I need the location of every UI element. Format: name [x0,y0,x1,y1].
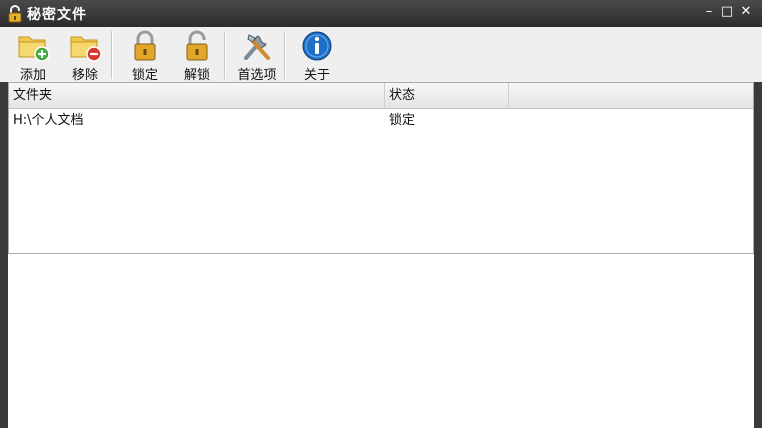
minimize-button[interactable]: – [702,4,716,20]
column-header-status[interactable]: 状态 [385,83,509,108]
about-button[interactable]: 关于 [296,27,338,83]
about-label: 关于 [303,68,330,83]
info-icon [302,31,332,61]
window-title: 秘密文件 [27,7,87,23]
remove-label: 移除 [71,68,98,83]
main-content: 文件夹 状态 H:\个人文档 锁定 [8,82,754,428]
unlock-label: 解锁 [183,68,210,83]
preferences-button[interactable]: 首选项 [231,27,283,83]
add-label: 添加 [19,68,46,83]
toolbar: 添加 移除 锁定 解锁 首选项 关于 [0,27,762,83]
column-header-folder[interactable]: 文件夹 [9,83,385,108]
title-bar[interactable]: 秘密文件 – □ ✕ [0,0,762,27]
lock-icon [8,5,22,23]
folder-add-icon [18,36,50,62]
folder-remove-icon [70,36,102,62]
unlock-icon [186,30,208,61]
toolbar-separator [284,31,286,79]
toolbar-separator [224,31,226,79]
app-window: 秘密文件 – □ ✕ 添加 移除 锁定 解锁 首选项 关于 文件夹 状态 H:\… [0,0,762,428]
lock-label: 锁定 [131,68,158,83]
unlock-button[interactable]: 解锁 [176,27,218,83]
tools-icon [244,34,270,60]
toolbar-separator [111,31,113,79]
remove-button[interactable]: 移除 [64,27,106,83]
status-cell: 锁定 [389,113,416,128]
add-button[interactable]: 添加 [12,27,54,83]
table-row[interactable]: H:\个人文档 锁定 [9,109,753,131]
list-header: 文件夹 状态 [9,83,753,109]
close-button[interactable]: ✕ [739,4,753,20]
lock-icon [134,30,156,61]
preferences-label: 首选项 [237,68,277,83]
folder-path-cell: H:\个人文档 [13,113,84,128]
maximize-button[interactable]: □ [720,4,734,20]
lock-button[interactable]: 锁定 [124,27,166,83]
folder-list[interactable]: 文件夹 状态 H:\个人文档 锁定 [8,82,754,254]
